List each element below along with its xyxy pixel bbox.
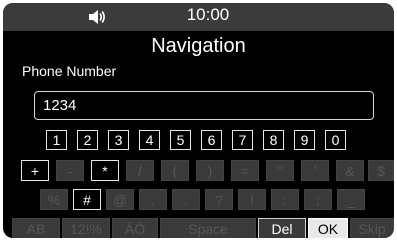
key-1[interactable]: 1 [46, 130, 67, 150]
key-close-paren: ) [196, 160, 224, 181]
key-hash[interactable]: # [73, 189, 101, 210]
key-semicolon: ; [304, 189, 332, 210]
key-colon: : [271, 189, 299, 210]
key-apostrophe: ' [301, 160, 329, 181]
key-4[interactable]: 4 [139, 130, 160, 150]
key-9[interactable]: 9 [294, 130, 315, 150]
key-period: . [172, 189, 200, 210]
key-open-paren: ( [161, 160, 189, 181]
phone-number-input[interactable]: 1234 [34, 91, 374, 120]
delete-button[interactable]: Del [258, 218, 306, 238]
key-umlaut-mode: ÄÖ [112, 218, 158, 238]
volume-icon [89, 10, 105, 24]
key-alphabet-mode: AB [12, 218, 60, 238]
key-minus: - [56, 160, 84, 181]
key-comma: , [139, 189, 167, 210]
skip-button: Skip [350, 218, 394, 238]
page-title: Navigation [151, 35, 246, 57]
key-underscore: _ [337, 189, 365, 210]
key-0[interactable]: 0 [325, 130, 346, 150]
key-percent: % [40, 189, 68, 210]
key-symbol-mode: 12!% [62, 218, 110, 238]
screen: 10:00 Navigation Phone Number 1234 1 2 3… [3, 3, 394, 238]
key-question: ? [205, 189, 233, 210]
key-2[interactable]: 2 [77, 130, 98, 150]
key-exclamation: ! [238, 189, 266, 210]
key-at: @ [106, 189, 134, 210]
key-dollar: $ [368, 160, 394, 181]
key-space: Space [160, 218, 256, 238]
key-7[interactable]: 7 [232, 130, 253, 150]
key-asterisk[interactable]: * [91, 160, 119, 181]
key-plus[interactable]: + [21, 160, 49, 181]
key-slash: / [126, 160, 154, 181]
key-equals: = [231, 160, 259, 181]
key-double-quote: " [266, 160, 294, 181]
key-3[interactable]: 3 [108, 130, 129, 150]
ok-button[interactable]: OK [308, 218, 348, 238]
field-label: Phone Number [22, 63, 117, 79]
key-5[interactable]: 5 [170, 130, 191, 150]
key-ampersand: & [336, 160, 364, 181]
clock: 10:00 [186, 5, 230, 24]
key-6[interactable]: 6 [201, 130, 222, 150]
status-bar: 10:00 [3, 3, 394, 31]
key-8[interactable]: 8 [263, 130, 284, 150]
